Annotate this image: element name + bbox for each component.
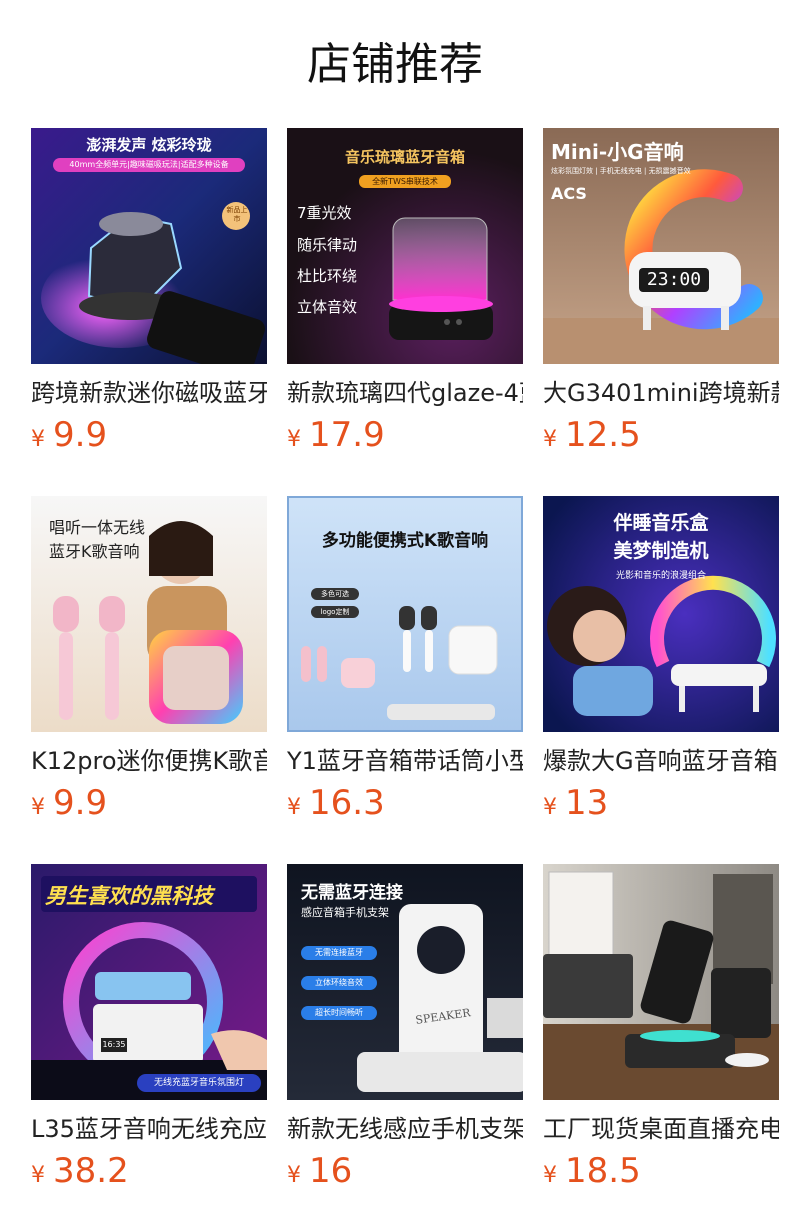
product-card[interactable]: 工厂现货桌面直播充电支架 ¥18.5: [543, 864, 779, 1191]
image-feature-4: 立体音效: [297, 298, 358, 316]
product-image[interactable]: 伴睡音乐盒 美梦制造机 光影和音乐的浪漫组合: [543, 496, 779, 732]
product-name[interactable]: 大G3401mini跨境新款: [543, 375, 779, 411]
image-headline: 男生喜欢的黑科技: [45, 884, 213, 908]
image-feature-2: 立体环绕音效: [315, 978, 363, 987]
price-value: 9.9: [53, 415, 108, 455]
image-badge: 全新TWS串联技术: [372, 177, 438, 186]
currency-symbol: ¥: [287, 795, 301, 820]
product-card[interactable]: 唱听一体无线 蓝牙K歌音响 K12pro迷你便携K歌音响 ¥9.9: [31, 496, 267, 823]
price-value: 16.3: [309, 783, 385, 823]
product-price: ¥9.9: [31, 415, 267, 455]
page-title: 店铺推荐: [307, 39, 483, 90]
currency-symbol: ¥: [287, 1163, 301, 1188]
price-value: 38.2: [53, 1151, 129, 1191]
image-headline-line-2: 蓝牙K歌音响: [49, 542, 140, 561]
image-headline: 澎湃发声 炫彩玲珑: [86, 136, 212, 154]
image-headline: 无需蓝牙连接: [301, 883, 403, 903]
product-name[interactable]: 新款琉璃四代glaze-4蓝牙音箱: [287, 375, 523, 411]
price-value: 12.5: [565, 415, 641, 455]
product-card[interactable]: 澎湃发声 炫彩玲珑 40mm全频单元|趣味磁吸玩法|适配多种设备 新品上市 跨境…: [31, 128, 267, 455]
image-subline: 感应音箱手机支架: [301, 906, 389, 919]
product-image[interactable]: 无需蓝牙连接 感应音箱手机支架 无需连接蓝牙 立体环绕音效 超长时间畅听 SPE…: [287, 864, 523, 1100]
price-value: 16: [309, 1151, 353, 1191]
image-feature-1: 无需连接蓝牙: [315, 948, 363, 957]
image-headline-line-1: 唱听一体无线: [49, 518, 146, 537]
product-card[interactable]: 伴睡音乐盒 美梦制造机 光影和音乐的浪漫组合 爆款大G音响蓝牙音箱 ¥13: [543, 496, 779, 823]
product-name[interactable]: 工厂现货桌面直播充电支架: [543, 1111, 779, 1147]
product-card[interactable]: 多功能便携式K歌音响 多色可选 logo定制 Y1蓝牙音箱带话筒小型K歌 ¥16…: [287, 496, 523, 823]
product-price: ¥12.5: [543, 415, 779, 455]
product-image[interactable]: 音乐琉璃蓝牙音箱 全新TWS串联技术 7重光效 随乐律动 杜比环绕 立体音效: [287, 128, 523, 364]
currency-symbol: ¥: [543, 795, 557, 820]
image-headline-line-1: 伴睡音乐盒: [613, 512, 709, 534]
product-name[interactable]: 爆款大G音响蓝牙音箱: [543, 743, 779, 779]
price-value: 13: [565, 783, 609, 823]
image-footer: 无线充蓝牙音乐氛围灯: [153, 1078, 244, 1088]
price-value: 9.9: [53, 783, 108, 823]
image-subline: 光影和音乐的浪漫组合: [615, 571, 706, 581]
currency-symbol: ¥: [31, 427, 45, 452]
product-card[interactable]: 无需蓝牙连接 感应音箱手机支架 无需连接蓝牙 立体环绕音效 超长时间畅听 SPE…: [287, 864, 523, 1191]
product-card[interactable]: Mini-小G音响 炫彩氛围灯效 | 手机无线充电 | 无损震撼音效 ACS 2…: [543, 128, 779, 455]
product-price: ¥9.9: [31, 783, 267, 823]
product-price: ¥13: [543, 783, 779, 823]
image-headline: 多功能便携式K歌音响: [321, 531, 489, 551]
product-image[interactable]: 澎湃发声 炫彩玲珑 40mm全频单元|趣味磁吸玩法|适配多种设备 新品上市: [31, 128, 267, 364]
image-clock: 23:00: [646, 269, 702, 290]
currency-symbol: ¥: [287, 427, 301, 452]
image-headline-line-2: 美梦制造机: [613, 540, 709, 562]
image-feature-1: 7重光效: [297, 204, 352, 222]
product-card[interactable]: 音乐琉璃蓝牙音箱 全新TWS串联技术 7重光效 随乐律动 杜比环绕 立体音效 新…: [287, 128, 523, 455]
image-feature-2: 随乐律动: [297, 236, 358, 254]
currency-symbol: ¥: [543, 427, 557, 452]
image-badge: 新品上市: [226, 206, 248, 223]
product-image[interactable]: Mini-小G音响 炫彩氛围灯效 | 手机无线充电 | 无损震撼音效 ACS 2…: [543, 128, 779, 364]
image-subline: 40mm全频单元|趣味磁吸玩法|适配多种设备: [69, 160, 229, 169]
image-headline: 音乐琉璃蓝牙音箱: [344, 148, 465, 166]
product-image[interactable]: 多功能便携式K歌音响 多色可选 logo定制: [287, 496, 523, 732]
product-name[interactable]: Y1蓝牙音箱带话筒小型K歌: [287, 743, 523, 779]
product-name[interactable]: 新款无线感应手机支架音箱: [287, 1111, 523, 1147]
product-image[interactable]: [543, 864, 779, 1100]
product-name[interactable]: K12pro迷你便携K歌音响: [31, 743, 267, 779]
image-headline: Mini-小G音响: [551, 140, 684, 164]
image-feature-3: 超长时间畅听: [315, 1008, 363, 1017]
price-value: 17.9: [309, 415, 385, 455]
product-name[interactable]: L35蓝牙音响无线充应用: [31, 1111, 267, 1147]
currency-symbol: ¥: [543, 1163, 557, 1188]
product-price: ¥16: [287, 1151, 523, 1191]
product-image[interactable]: 唱听一体无线 蓝牙K歌音响: [31, 496, 267, 732]
product-price: ¥16.3: [287, 783, 523, 823]
product-price: ¥18.5: [543, 1151, 779, 1191]
image-tag-2: logo定制: [320, 608, 350, 616]
image-subline: 炫彩氛围灯效 | 手机无线充电 | 无损震撼音效: [551, 167, 691, 175]
image-tag: ACS: [551, 184, 587, 203]
product-image[interactable]: 男生喜欢的黑科技 16:35 无线充蓝牙音乐氛围灯: [31, 864, 267, 1100]
product-card[interactable]: 男生喜欢的黑科技 16:35 无线充蓝牙音乐氛围灯 L35蓝牙音响无线充应用 ¥…: [31, 864, 267, 1191]
price-value: 18.5: [565, 1151, 641, 1191]
product-price: ¥17.9: [287, 415, 523, 455]
image-feature-3: 杜比环绕: [297, 267, 358, 285]
product-price: ¥38.2: [31, 1151, 267, 1191]
product-name[interactable]: 跨境新款迷你磁吸蓝牙音箱: [31, 375, 267, 411]
currency-symbol: ¥: [31, 1163, 45, 1188]
currency-symbol: ¥: [31, 795, 45, 820]
image-tag-1: 多色可选: [321, 590, 349, 598]
image-clock: 16:35: [102, 1040, 126, 1049]
